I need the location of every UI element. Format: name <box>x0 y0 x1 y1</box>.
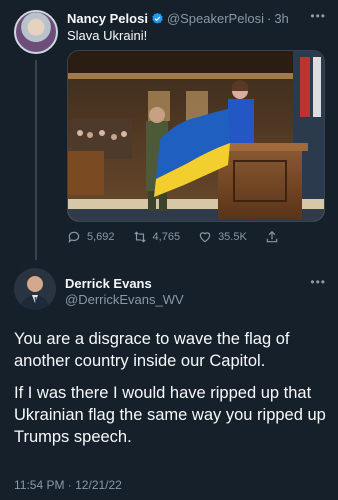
tweet-evans-text: You are a disgrace to wave the flag of a… <box>14 328 330 458</box>
tweet-header: Nancy Pelosi @SpeakerPelosi · 3h <box>67 9 327 27</box>
tweet-evans-header: Derrick Evans @DerrickEvans_WV ••• <box>0 262 338 312</box>
retweet-count: 4,765 <box>152 231 181 243</box>
more-icon[interactable]: ••• <box>310 9 326 23</box>
retweet-icon <box>133 231 146 243</box>
avatar-pelosi[interactable] <box>14 10 58 54</box>
tweet-actions: 5,692 4,765 35.5K <box>67 228 307 246</box>
avatar-evans[interactable] <box>14 268 56 310</box>
tweet-timestamp[interactable]: 11:54 PM · 12/21/22 <box>14 478 122 492</box>
reply-button[interactable]: 5,692 <box>67 230 115 244</box>
tweet-paragraph-2: If I was there I would have ripped up th… <box>14 384 326 446</box>
verified-badge-icon <box>151 12 164 25</box>
tweet-paragraph-1: You are a disgrace to wave the flag of a… <box>14 330 290 370</box>
photo-scene <box>68 51 324 221</box>
tweet-time[interactable]: 3h <box>274 11 288 26</box>
reply-icon <box>68 231 80 244</box>
author-name[interactable]: Nancy Pelosi <box>67 11 148 26</box>
author-handle[interactable]: @DerrickEvans_WV <box>65 292 184 307</box>
tweet-pelosi[interactable]: Nancy Pelosi @SpeakerPelosi · 3h ••• Sla… <box>0 0 338 260</box>
more-icon[interactable]: ••• <box>310 275 326 289</box>
like-count: 35.5K <box>218 231 247 243</box>
tweet-text: Slava Ukraini! <box>67 28 148 43</box>
share-icon <box>266 230 278 243</box>
share-button[interactable] <box>265 230 279 244</box>
author-name[interactable]: Derrick Evans <box>65 276 152 291</box>
reply-count: 5,692 <box>87 231 115 243</box>
like-button[interactable]: 35.5K <box>198 230 247 244</box>
thread-connector-line <box>35 60 37 260</box>
like-icon <box>199 232 211 243</box>
tweet-photo[interactable] <box>67 50 325 222</box>
time-separator: · <box>266 10 272 26</box>
retweet-button[interactable]: 4,765 <box>133 230 181 244</box>
author-handle[interactable]: @SpeakerPelosi <box>167 11 264 26</box>
